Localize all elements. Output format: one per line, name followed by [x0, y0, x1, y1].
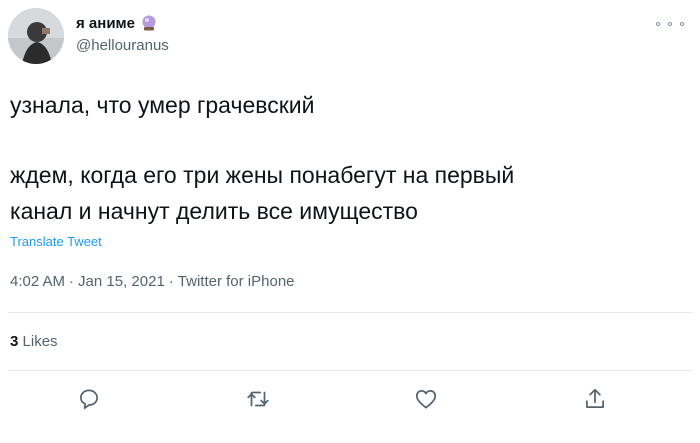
like-button[interactable] — [413, 386, 439, 412]
divider — [8, 312, 692, 313]
tweet-source[interactable]: Twitter for iPhone — [178, 273, 295, 290]
user-handle[interactable]: @hellouranus — [76, 37, 169, 54]
retweet-button[interactable] — [245, 386, 271, 412]
translate-tweet-link[interactable]: Translate Tweet — [10, 234, 102, 249]
tweet-text-line-1: узнала, что умер грачевский — [10, 92, 315, 118]
tweet-text-line-3: канал и начнут делить все имущество — [10, 198, 418, 224]
display-name[interactable]: я аниме — [76, 15, 135, 32]
likes-label: Likes — [22, 333, 58, 350]
more-options-icon[interactable] — [656, 16, 684, 32]
tweet-header: я аниме @hellouranus — [8, 8, 692, 64]
crystal-ball-icon — [142, 15, 156, 31]
retweet-icon — [247, 391, 269, 407]
likes-count: 3 — [10, 333, 19, 350]
tweet-date[interactable]: Jan 15, 2021 — [78, 273, 165, 290]
share-icon — [586, 388, 604, 408]
tweet-metadata: 4:02 AM · Jan 15, 2021 · Twitter for iPhone — [10, 273, 295, 290]
likes-stat[interactable]: 3 Likes — [10, 333, 58, 350]
tweet-card: я аниме @hellouranus узнала, что умер гр… — [0, 0, 700, 443]
avatar-image — [8, 8, 64, 64]
tweet-time[interactable]: 4:02 AM — [10, 273, 65, 290]
share-button[interactable] — [582, 386, 608, 412]
reply-button[interactable] — [76, 386, 102, 412]
heart-icon — [415, 390, 437, 409]
divider — [8, 370, 692, 371]
reply-icon — [80, 389, 98, 410]
tweet-text-line-2: ждем, когда его три жены понабегут на пе… — [10, 162, 515, 188]
name-row: я аниме — [76, 14, 158, 32]
avatar[interactable] — [8, 8, 64, 64]
action-bar — [0, 386, 700, 416]
